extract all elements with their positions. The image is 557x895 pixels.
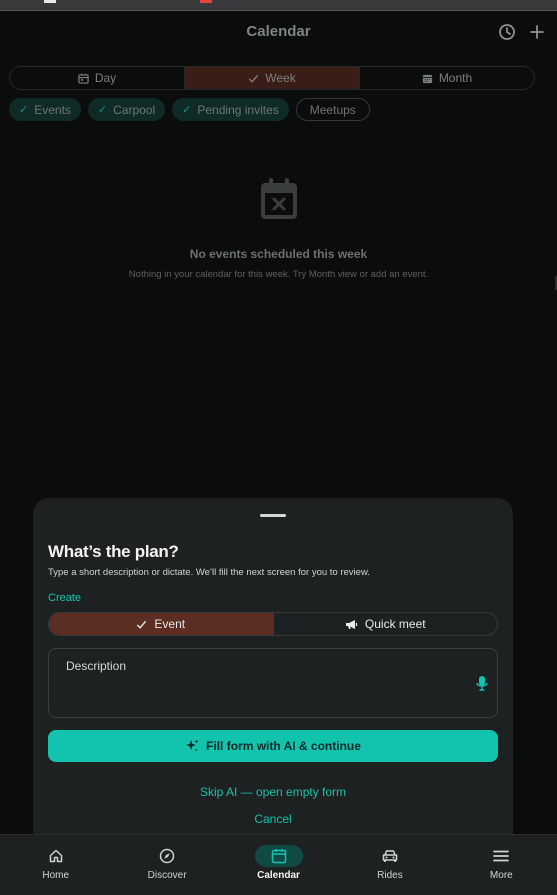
- compass-icon: [159, 848, 175, 864]
- view-day-button[interactable]: Day: [10, 67, 185, 89]
- nav-label-home: Home: [42, 870, 70, 881]
- filter-chip-meetups[interactable]: Meetups: [295, 98, 370, 121]
- view-day-label: Day: [94, 71, 117, 85]
- empty-state: No events scheduled this week Nothing in…: [0, 178, 557, 280]
- filter-chip-pending-invites[interactable]: ✓ Pending invites: [172, 98, 289, 121]
- check-icon: ✓: [182, 104, 192, 116]
- sheet-title: What’s the plan?: [48, 542, 179, 561]
- page-title: Calendar: [246, 23, 311, 40]
- check-icon: ✓: [19, 104, 29, 116]
- kind-quick-meet-button[interactable]: Quick meet: [272, 613, 498, 635]
- filter-chip-label: Events: [34, 102, 71, 117]
- fill-with-ai-button[interactable]: Fill form with AI & continue: [48, 730, 498, 762]
- calendar-day-icon: [78, 73, 89, 84]
- filter-chip-carpool[interactable]: ✓ Carpool: [87, 98, 166, 121]
- nav-item-calendar[interactable]: Calendar: [223, 835, 334, 895]
- fill-with-ai-label: Fill form with AI & continue: [206, 739, 361, 753]
- kind-event-button[interactable]: Event: [49, 613, 273, 635]
- bottom-navigation: Home Discover Calendar Rides More: [0, 834, 557, 895]
- megaphone-icon: [345, 619, 358, 629]
- nav-label-rides: Rides: [377, 870, 403, 881]
- car-icon: [382, 850, 398, 862]
- nav-label-more: More: [489, 870, 513, 881]
- description-label: Description: [66, 659, 127, 673]
- tab-indicator: [44, 0, 56, 3]
- create-kind-switcher: Event Quick meet: [48, 612, 498, 636]
- sheet-subtitle: Type a short description or dictate. We’…: [48, 567, 370, 578]
- filter-chips: ✓ Events ✓ Carpool ✓ Pending invites Mee…: [9, 98, 370, 121]
- nav-item-home[interactable]: Home: [0, 835, 111, 895]
- filter-chip-label: Pending invites: [197, 102, 279, 117]
- home-icon: [49, 849, 62, 863]
- kind-quick-meet-label: Quick meet: [364, 617, 426, 631]
- filter-chip-label: Meetups: [309, 102, 356, 117]
- nav-item-more[interactable]: More: [446, 835, 557, 895]
- calendar-icon: [271, 849, 286, 864]
- view-month-button[interactable]: Month: [360, 67, 534, 89]
- nav-item-discover[interactable]: Discover: [111, 835, 222, 895]
- app-header: Calendar: [0, 11, 557, 53]
- calendar-app: Calendar Day Week Month ✓ Events ✓ Carpo…: [0, 11, 557, 895]
- empty-title: No events scheduled this week: [189, 247, 368, 261]
- check-icon: [249, 74, 259, 83]
- check-icon: ✓: [97, 104, 108, 116]
- history-icon[interactable]: [498, 23, 516, 41]
- ai-create-sheet: What’s the plan? Type a short descriptio…: [33, 498, 513, 838]
- browser-top-strip: [0, 0, 557, 11]
- view-week-button[interactable]: Week: [185, 67, 360, 89]
- filter-chip-events[interactable]: ✓ Events: [9, 98, 81, 121]
- skip-ai-link[interactable]: Skip AI — open empty form: [33, 785, 513, 799]
- nav-label-discover: Discover: [147, 870, 187, 881]
- calendar-x-icon: [260, 178, 297, 219]
- empty-subtitle: Nothing in your calendar for this week. …: [128, 269, 429, 280]
- description-field[interactable]: Description: [48, 648, 498, 718]
- sheet-drag-handle[interactable]: [260, 514, 286, 517]
- nav-item-rides[interactable]: Rides: [334, 835, 445, 895]
- filter-chip-label: Carpool: [113, 102, 156, 117]
- view-week-label: Week: [265, 71, 296, 85]
- menu-icon: [493, 850, 510, 862]
- cancel-link[interactable]: Cancel: [33, 812, 513, 826]
- plus-icon[interactable]: [528, 23, 546, 41]
- sparkle-icon: [186, 739, 199, 752]
- view-month-label: Month: [438, 71, 473, 85]
- create-label: Create: [48, 592, 82, 604]
- tab-indicator-red: [200, 0, 212, 3]
- microphone-icon[interactable]: [475, 675, 489, 693]
- check-icon: [137, 620, 147, 629]
- kind-event-label: Event: [154, 617, 186, 631]
- view-switcher: Day Week Month: [9, 66, 535, 90]
- nav-label-calendar: Calendar: [257, 870, 300, 881]
- calendar-month-icon: [422, 74, 432, 83]
